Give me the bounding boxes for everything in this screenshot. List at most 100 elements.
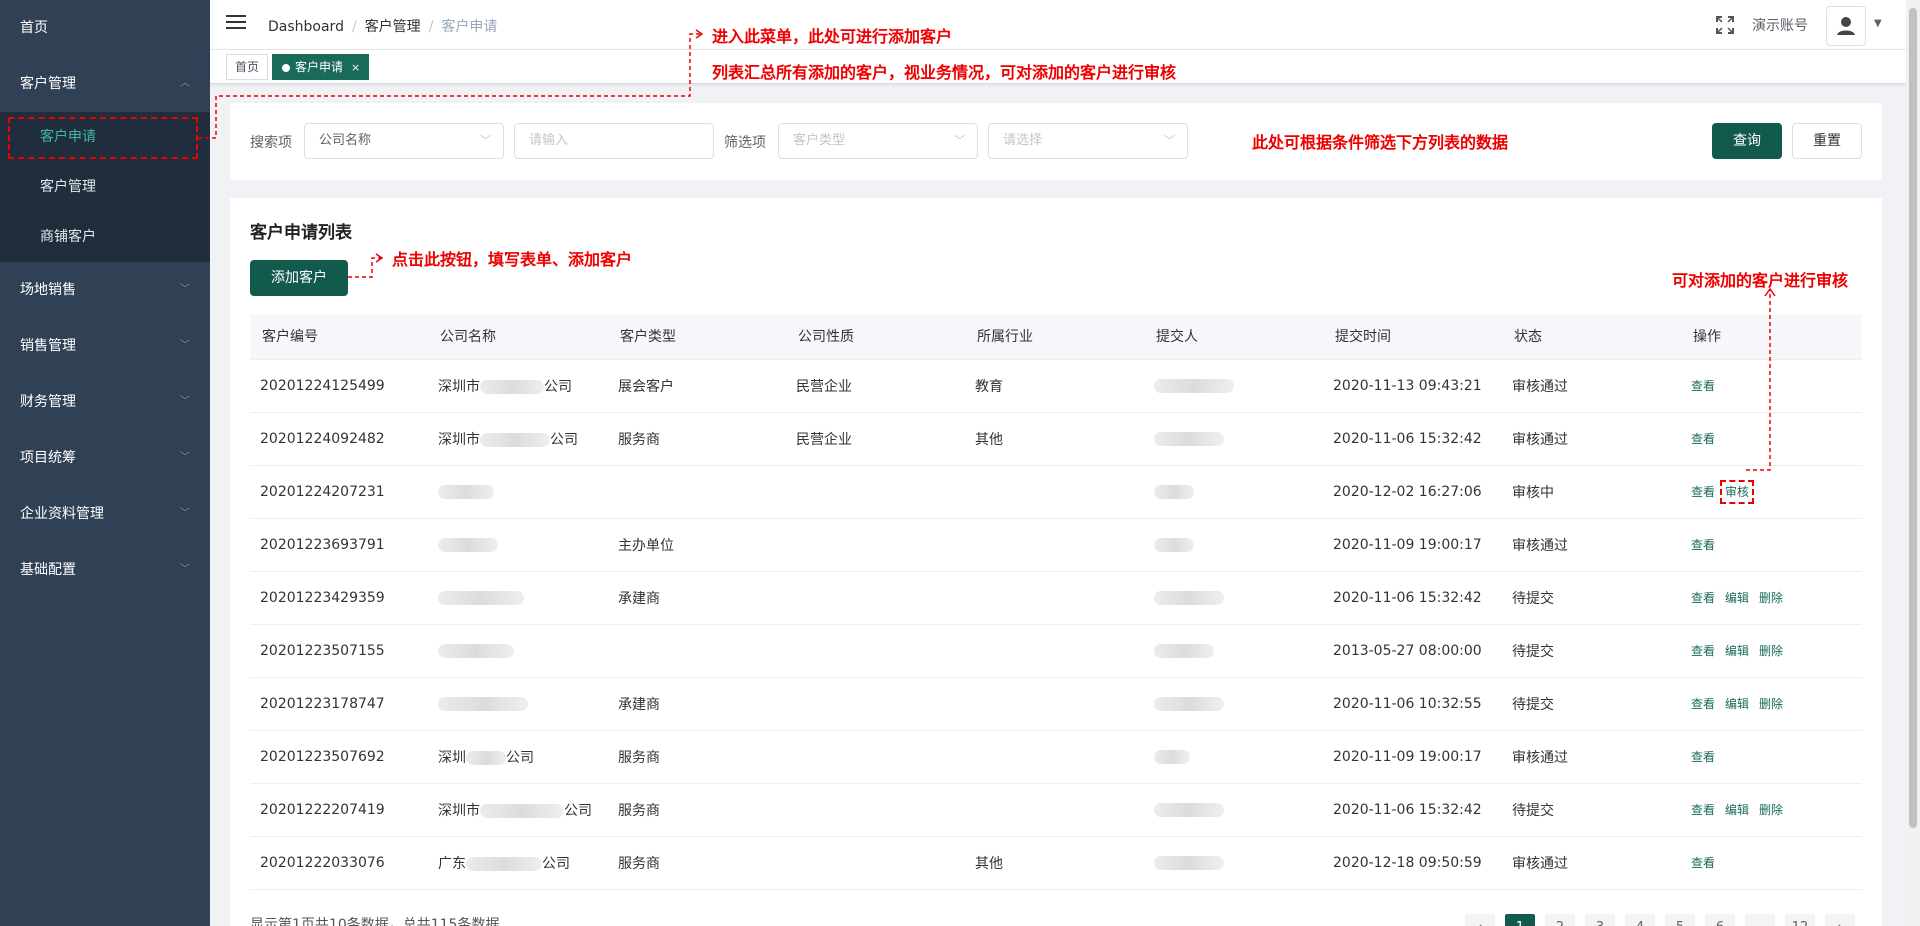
view-link[interactable]: 查看 — [1691, 750, 1715, 764]
tag-customer-apply[interactable]: 客户申请 × — [272, 54, 370, 80]
sidebar-item-venue-sales[interactable]: 场地销售 ﹀ — [0, 262, 210, 318]
fullscreen-icon[interactable] — [1716, 16, 1734, 34]
sidebar-item-label: 客户管理 — [20, 76, 76, 92]
search-input[interactable]: 请输入 — [514, 123, 714, 159]
page-number[interactable]: 3 — [1585, 914, 1615, 926]
view-link[interactable]: 查看 — [1691, 485, 1715, 499]
page-number[interactable]: ... — [1745, 914, 1775, 926]
table-cell: 20201224125499 — [250, 359, 428, 413]
table-cell: 深圳 公司 — [428, 730, 608, 784]
view-link[interactable]: 查看 — [1691, 432, 1715, 446]
page-number[interactable]: 5 — [1665, 914, 1695, 926]
reset-button[interactable]: 重置 — [1792, 123, 1862, 159]
sidebar-item-enterprise-info[interactable]: 企业资料管理 ﹀ — [0, 486, 210, 542]
sidebar-item-home[interactable]: 首页 — [0, 0, 210, 56]
table-cell: 查看 编辑 删除 — [1681, 677, 1862, 731]
edit-link[interactable]: 编辑 — [1725, 697, 1749, 711]
table-header-row: 客户编号 公司名称 客户类型 公司性质 所属行业 提交人 提交时间 状态 操作 — [250, 314, 1862, 360]
cell-text: 2020-11-09 19:00:17 — [1333, 536, 1482, 553]
table-cell — [786, 624, 965, 678]
close-icon[interactable]: × — [351, 61, 360, 74]
breadcrumb-item[interactable]: Dashboard — [268, 19, 344, 35]
table-cell — [786, 677, 965, 731]
edit-link[interactable]: 编辑 — [1725, 644, 1749, 658]
table-cell: 20201223693791 — [250, 518, 428, 572]
view-link[interactable]: 查看 — [1691, 591, 1715, 605]
customer-table: 客户编号 公司名称 客户类型 公司性质 所属行业 提交人 提交时间 状态 操作 … — [250, 314, 1862, 890]
sidebar-item-basic-config[interactable]: 基础配置 ﹀ — [0, 542, 210, 598]
table-cell: 查看 编辑 删除 — [1681, 783, 1862, 837]
table-cell — [1144, 677, 1323, 731]
page-scrollbar-thumb[interactable] — [1909, 8, 1917, 828]
table-cell — [428, 571, 608, 625]
cell-text: 主办单位 — [618, 537, 674, 554]
page-number[interactable]: 12 — [1785, 914, 1815, 926]
table-cell: 查看 — [1681, 836, 1862, 890]
table-cell: 待提交 — [1502, 677, 1681, 731]
delete-link[interactable]: 删除 — [1759, 803, 1783, 817]
edit-link[interactable]: 编辑 — [1725, 803, 1749, 817]
add-customer-button[interactable]: 添加客户 — [250, 260, 348, 296]
chevron-down-icon: ﹀ — [1164, 134, 1175, 147]
query-button[interactable]: 查询 — [1712, 123, 1782, 159]
view-link[interactable]: 查看 — [1691, 803, 1715, 817]
sidebar-item-sales-mgmt[interactable]: 销售管理 ﹀ — [0, 318, 210, 374]
cell-text: 审核通过 — [1512, 855, 1568, 872]
input-placeholder: 请输入 — [529, 133, 569, 148]
table-row: 20201222033076 广东 公司 服务商 其他 2020-12-18 09:50:… — [250, 836, 1862, 890]
filter-label: 筛选项 — [724, 135, 766, 151]
table-cell: 查看 编辑 删除 — [1681, 571, 1862, 625]
customer-type-select[interactable]: 客户类型 ﹀ — [778, 123, 978, 159]
delete-link[interactable]: 删除 — [1759, 697, 1783, 711]
tag-home[interactable]: 首页 — [226, 54, 269, 80]
hamburger-icon[interactable] — [226, 15, 246, 33]
annotation-list-note: 列表汇总所有添加的客户，视业务情况，可对添加的客户进行审核 — [712, 63, 1177, 82]
page-number[interactable]: 6 — [1705, 914, 1735, 926]
prev-page-button[interactable]: ‹ — [1465, 914, 1495, 926]
table-cell: 查看 审核 — [1681, 465, 1862, 519]
sidebar-item-finance-mgmt[interactable]: 财务管理 ﹀ — [0, 374, 210, 430]
delete-link[interactable]: 删除 — [1759, 644, 1783, 658]
pagination-summary: 显示第1页共10条数据，总共115条数据 — [250, 917, 500, 926]
redacted-text — [1154, 484, 1194, 499]
table-row: 20201222207419 深圳市 公司 服务商 2020-11-06 15:32:4… — [250, 783, 1862, 837]
option-select[interactable]: 请选择 ﹀ — [988, 123, 1188, 159]
search-field-select[interactable]: 公司名称 ﹀ — [304, 123, 504, 159]
avatar[interactable] — [1826, 6, 1866, 46]
cell-text: 20201222207419 — [260, 801, 385, 818]
cell-text: 20201223429359 — [260, 589, 385, 606]
table-cell: 深圳市 公司 — [428, 359, 608, 413]
table-row: 20201223507692 深圳 公司 服务商 2020-11-09 19:00:17… — [250, 730, 1862, 784]
sidebar-item-project[interactable]: 项目统筹 ﹀ — [0, 430, 210, 486]
table-cell — [1144, 836, 1323, 890]
cell-text: 审核中 — [1512, 484, 1554, 501]
caret-down-icon[interactable]: ▼ — [1874, 18, 1882, 29]
chevron-down-icon: ﹀ — [180, 340, 190, 351]
view-link[interactable]: 查看 — [1691, 697, 1715, 711]
delete-link[interactable]: 删除 — [1759, 591, 1783, 605]
view-link[interactable]: 查看 — [1691, 644, 1715, 658]
page-number[interactable]: 4 — [1625, 914, 1655, 926]
sidebar-item-customer-list[interactable]: 客户管理 — [0, 162, 210, 212]
redacted-text — [1154, 696, 1224, 711]
breadcrumb-item[interactable]: 客户管理 — [365, 19, 421, 35]
annotation-highlight-box — [8, 117, 198, 159]
table-row: 20201223178747 承建商 2020-11-06 10:32:55 待提交 查… — [250, 677, 1862, 731]
sidebar-item-label: 企业资料管理 — [20, 506, 104, 522]
next-page-button[interactable]: › — [1825, 914, 1855, 926]
account-name[interactable]: 演示账号 — [1752, 15, 1808, 35]
cell-text: 待提交 — [1512, 643, 1554, 660]
sidebar-item-customer-mgmt[interactable]: 客户管理 ︿ — [0, 56, 210, 112]
chevron-down-icon: ﹀ — [180, 284, 190, 295]
view-link[interactable]: 查看 — [1691, 379, 1715, 393]
view-link[interactable]: 查看 — [1691, 856, 1715, 870]
cell-text: 服务商 — [618, 749, 660, 766]
sidebar: 首页 客户管理 ︿ 客户申请 客户管理 商铺客户 场地销售 ﹀ 销售管理 ﹀ 财务管… — [0, 0, 210, 926]
page-number[interactable]: 1 — [1505, 914, 1535, 926]
edit-link[interactable]: 编辑 — [1725, 591, 1749, 605]
view-link[interactable]: 查看 — [1691, 538, 1715, 552]
customer-list-panel: 客户申请列表 添加客户 客户编号 公司名称 客户类型 公司性质 所属行业 提交人… — [230, 198, 1882, 926]
sidebar-item-shop-customer[interactable]: 商铺客户 — [0, 212, 210, 262]
page-number[interactable]: 2 — [1545, 914, 1575, 926]
audit-link[interactable]: 审核 — [1720, 480, 1755, 504]
